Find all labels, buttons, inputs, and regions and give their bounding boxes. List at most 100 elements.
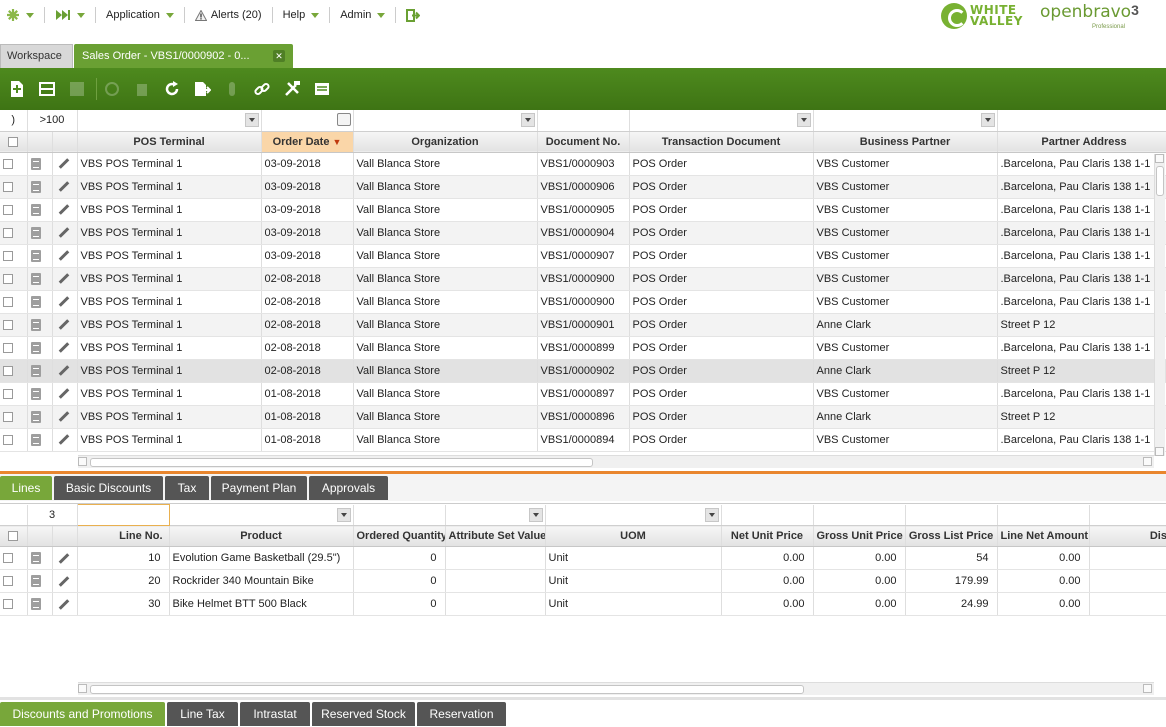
open-form-cell[interactable] xyxy=(27,405,53,429)
scroll-down-arrow[interactable] xyxy=(1155,447,1164,456)
cell-partner-address[interactable]: .Barcelona, Pau Claris 138 1-1 xyxy=(997,198,1166,222)
scroll-right-arrow[interactable] xyxy=(1143,457,1152,466)
cell-document-no[interactable]: VBS1/0000901 xyxy=(537,313,630,337)
row-checkbox-cell[interactable] xyxy=(0,290,28,314)
table-row[interactable]: VBS POS Terminal 1 02-08-2018 Vall Blanca … xyxy=(0,336,1166,360)
cell-pos-terminal[interactable]: VBS POS Terminal 1 xyxy=(77,359,262,383)
document-icon[interactable] xyxy=(30,180,41,193)
cell-line-net-amount[interactable]: 0.00 xyxy=(997,592,1090,616)
cell-pos-terminal[interactable]: VBS POS Terminal 1 xyxy=(77,313,262,337)
cell-order-date[interactable]: 02-08-2018 xyxy=(261,313,354,337)
cell-gross-list-price[interactable]: 24.99 xyxy=(905,592,998,616)
filter-attribute-set-value[interactable] xyxy=(445,504,546,526)
row-checkbox-cell[interactable] xyxy=(0,546,28,570)
document-icon[interactable] xyxy=(30,318,41,331)
cell-order-date[interactable]: 03-09-2018 xyxy=(261,221,354,245)
cell-gross-unit-price[interactable]: 0.00 xyxy=(813,592,906,616)
cell-transaction-document[interactable]: POS Order xyxy=(629,221,814,245)
open-form-cell[interactable] xyxy=(27,336,53,360)
cell-organization[interactable]: Vall Blanca Store xyxy=(353,267,538,291)
open-form-cell[interactable] xyxy=(27,152,53,176)
row-checkbox-cell[interactable] xyxy=(0,569,28,593)
cell-organization[interactable]: Vall Blanca Store xyxy=(353,313,538,337)
cell-line-no[interactable]: 20 xyxy=(77,569,170,593)
cell-partner-address[interactable]: Street P 12 xyxy=(997,313,1166,337)
filter-partner-address[interactable] xyxy=(997,110,1166,132)
cell-document-no[interactable]: VBS1/0000897 xyxy=(537,382,630,406)
cell-transaction-document[interactable]: POS Order xyxy=(629,244,814,268)
tab-approvals[interactable]: Approvals xyxy=(309,476,388,500)
cell-discount[interactable] xyxy=(1089,546,1166,570)
edit-cell[interactable] xyxy=(52,198,78,222)
cell-pos-terminal[interactable]: VBS POS Terminal 1 xyxy=(77,175,262,199)
edit-cell[interactable] xyxy=(52,221,78,245)
cell-attribute-set-value[interactable] xyxy=(445,546,546,570)
cell-pos-terminal[interactable]: VBS POS Terminal 1 xyxy=(77,244,262,268)
new-document-button[interactable] xyxy=(4,75,30,103)
cell-pos-terminal[interactable]: VBS POS Terminal 1 xyxy=(77,198,262,222)
row-checkbox[interactable] xyxy=(3,342,13,353)
column-header-line-no[interactable]: Line No. xyxy=(77,525,170,547)
vertical-scrollbar[interactable] xyxy=(1154,154,1165,456)
filter-pos-terminal[interactable] xyxy=(77,110,262,132)
table-row[interactable]: 10 Evolution Game Basketball (29.5") 0 Unit… xyxy=(0,546,1166,570)
cell-business-partner[interactable]: Anne Clark xyxy=(813,313,998,337)
horizontal-scrollbar[interactable] xyxy=(78,682,1154,695)
row-checkbox[interactable] xyxy=(3,296,13,307)
row-checkbox-cell[interactable] xyxy=(0,313,28,337)
cell-transaction-document[interactable]: POS Order xyxy=(629,313,814,337)
edit-cell[interactable] xyxy=(52,290,78,314)
cell-transaction-document[interactable]: POS Order xyxy=(629,175,814,199)
close-icon[interactable]: ✕ xyxy=(273,50,285,62)
cell-order-date[interactable]: 02-08-2018 xyxy=(261,267,354,291)
filter-dropdown-button[interactable] xyxy=(244,113,259,127)
pencil-icon[interactable] xyxy=(58,342,69,353)
row-checkbox-cell[interactable] xyxy=(0,267,28,291)
table-row[interactable]: VBS POS Terminal 1 02-08-2018 Vall Blanca … xyxy=(0,313,1166,337)
cell-business-partner[interactable]: VBS Customer xyxy=(813,290,998,314)
column-header-net-unit-price[interactable]: Net Unit Price xyxy=(721,525,814,547)
cell-gross-unit-price[interactable]: 0.00 xyxy=(813,546,906,570)
table-row[interactable]: 20 Rockrider 340 Mountain Bike 0 Unit 0.00 0.… xyxy=(0,569,1166,593)
admin-menu[interactable]: Admin xyxy=(334,0,391,30)
pencil-icon[interactable] xyxy=(58,158,69,169)
cell-product[interactable]: Rockrider 340 Mountain Bike xyxy=(169,569,354,593)
calendar-icon[interactable] xyxy=(336,113,351,126)
column-header-business-partner[interactable]: Business Partner xyxy=(813,131,998,153)
filter-line-no[interactable] xyxy=(76,504,170,526)
filter-dropdown-button[interactable] xyxy=(704,507,719,522)
open-form-cell[interactable] xyxy=(27,428,53,452)
cell-document-no[interactable]: VBS1/0000894 xyxy=(537,428,630,452)
document-icon[interactable] xyxy=(30,157,41,170)
cell-pos-terminal[interactable]: VBS POS Terminal 1 xyxy=(77,221,262,245)
filter-ordered-quantity[interactable] xyxy=(353,504,446,526)
help-menu[interactable]: Help xyxy=(277,0,326,30)
process-button[interactable] xyxy=(279,75,305,103)
open-form-cell[interactable] xyxy=(27,569,53,593)
cell-business-partner[interactable]: Anne Clark xyxy=(813,359,998,383)
cell-pos-terminal[interactable]: VBS POS Terminal 1 xyxy=(77,152,262,176)
open-form-cell[interactable] xyxy=(27,290,53,314)
cell-document-no[interactable]: VBS1/0000900 xyxy=(537,290,630,314)
column-header-order-date[interactable]: Order Date ▼ xyxy=(261,131,354,153)
export-button[interactable] xyxy=(189,75,215,103)
edit-cell[interactable] xyxy=(52,267,78,291)
cell-transaction-document[interactable]: POS Order xyxy=(629,290,814,314)
column-header-document-no[interactable]: Document No. xyxy=(537,131,630,153)
cell-order-date[interactable]: 03-09-2018 xyxy=(261,175,354,199)
row-checkbox[interactable] xyxy=(3,319,13,330)
open-form-cell[interactable] xyxy=(27,313,53,337)
column-header-organization[interactable]: Organization xyxy=(353,131,538,153)
pencil-icon[interactable] xyxy=(58,434,69,445)
open-form-cell[interactable] xyxy=(27,267,53,291)
document-icon[interactable] xyxy=(30,295,41,308)
cell-organization[interactable]: Vall Blanca Store xyxy=(353,221,538,245)
open-form-cell[interactable] xyxy=(27,175,53,199)
filter-dropdown-button[interactable] xyxy=(520,113,535,127)
row-checkbox-cell[interactable] xyxy=(0,592,28,616)
filter-net-unit-price[interactable] xyxy=(721,504,814,526)
table-row[interactable]: VBS POS Terminal 1 02-08-2018 Vall Blanca … xyxy=(0,267,1166,291)
scroll-left-arrow[interactable] xyxy=(78,457,87,466)
filter-business-partner[interactable] xyxy=(813,110,998,132)
cell-line-net-amount[interactable]: 0.00 xyxy=(997,569,1090,593)
